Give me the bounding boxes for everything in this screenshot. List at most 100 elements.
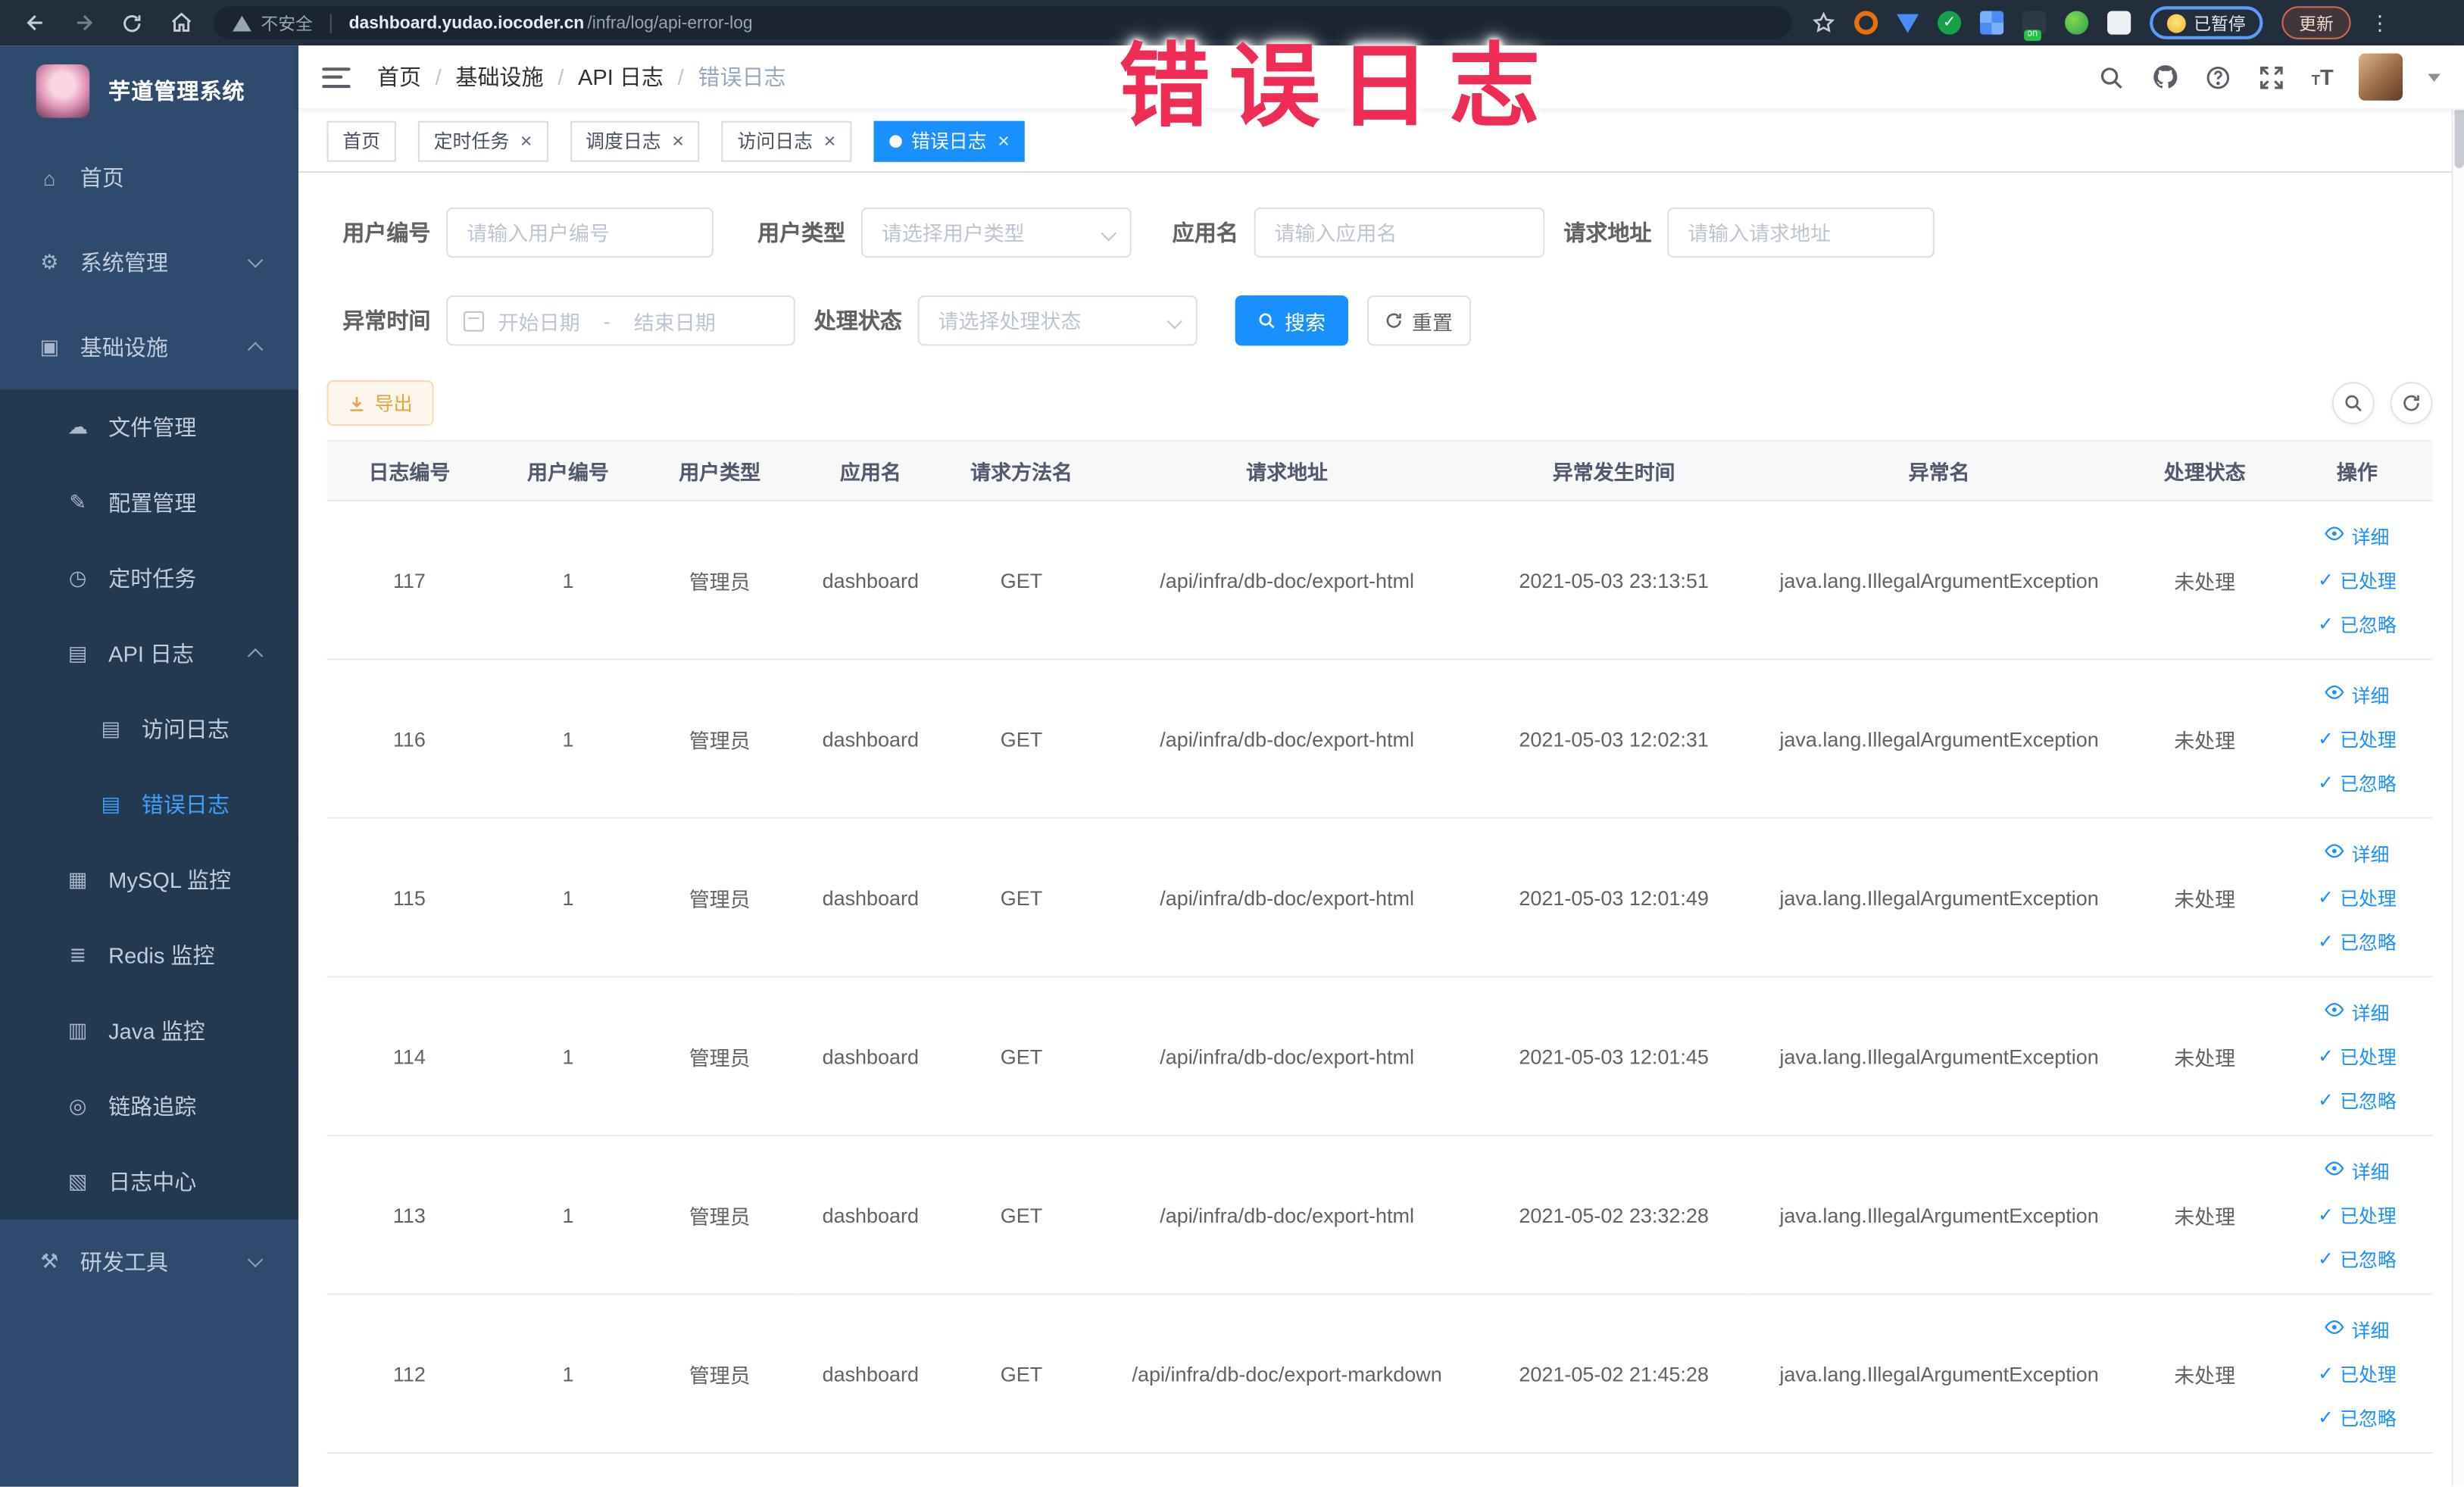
request-url-input[interactable] [1667, 207, 1935, 258]
cell-user-type: 管理员 [644, 1294, 795, 1454]
extension-check-icon[interactable]: ✓ [1938, 11, 1962, 35]
cell-app-name: dashboard [795, 1294, 946, 1454]
export-button[interactable]: 导出 [326, 380, 434, 426]
check-icon: ✓ [2317, 1362, 2334, 1385]
page-scrollbar[interactable] [2451, 45, 2464, 1487]
help-icon[interactable] [2205, 63, 2233, 91]
sidebar-item-cron[interactable]: ◷ 定时任务 [0, 540, 299, 617]
search-icon[interactable] [2097, 63, 2125, 91]
user-avatar[interactable] [2359, 53, 2403, 101]
back-icon[interactable] [22, 10, 47, 35]
action-ignored-link[interactable]: ✓ 已忽略 [2288, 1395, 2427, 1439]
date-separator: - [603, 308, 611, 333]
sidebar-item-access-log[interactable]: ▤ 访问日志 [0, 691, 299, 767]
table-header-row: 日志编号 用户编号 用户类型 应用名 请求方法名 请求地址 异常发生时间 异常名 处理状态 操作 [326, 439, 2433, 501]
action-detail-link[interactable]: 详细 [2288, 673, 2427, 717]
action-processed-link[interactable]: ✓ 已处理 [2288, 717, 2427, 761]
tab-home[interactable]: 首页 [326, 120, 396, 161]
filter-row-1: 用户编号 用户类型 应用名 请求地址 [327, 207, 2464, 258]
user-id-input[interactable] [446, 207, 714, 258]
logo-row[interactable]: 芋道管理系统 [0, 45, 298, 135]
search-button[interactable]: 搜索 [1235, 295, 1349, 346]
close-icon[interactable]: × [520, 130, 532, 151]
close-icon[interactable]: × [672, 130, 684, 151]
breadcrumb-item-0[interactable]: 首页 [377, 61, 421, 92]
toggle-search-button[interactable] [2331, 382, 2375, 425]
home-icon[interactable] [168, 10, 193, 35]
eye-icon [2325, 1158, 2345, 1183]
action-processed-link[interactable]: ✓ 已处理 [2288, 1351, 2427, 1395]
sidebar-item-dev-tools[interactable]: ⚒ 研发工具 [0, 1220, 298, 1304]
sidebar-item-redis-monitor[interactable]: ≣ Redis 监控 [0, 917, 299, 994]
action-ignored-link[interactable]: ✓ 已忽略 [2288, 761, 2427, 804]
doc-icon: ▤ [67, 641, 88, 665]
close-icon[interactable]: × [824, 130, 836, 151]
sidebar-item-log-center[interactable]: ▧ 日志中心 [0, 1144, 299, 1220]
start-date-placeholder: 开始日期 [498, 310, 580, 334]
cell-exception-name: java.lang.IllegalArgumentException [1750, 500, 2128, 661]
extension-icon[interactable] [1854, 11, 1878, 35]
chevron-down-icon [247, 1251, 264, 1268]
sidebar-item-file-mgmt[interactable]: ☁ 文件管理 [0, 389, 299, 466]
date-range-picker[interactable]: 开始日期 - 结束日期 [446, 295, 795, 346]
sidebar-item-home[interactable]: ⌂ 首页 [0, 135, 298, 220]
close-icon[interactable]: × [998, 130, 1010, 151]
sidebar-item-error-log[interactable]: ▤ 错误日志 [0, 767, 299, 842]
extension-leaf-icon[interactable] [2065, 11, 2089, 35]
paused-chip[interactable]: 已暂停 [2150, 6, 2263, 39]
font-size-icon[interactable]: TT [2312, 64, 2334, 89]
sidebar-item-java-monitor[interactable]: ▥ Java 监控 [0, 993, 299, 1069]
sidebar-item-system-mgmt[interactable]: ⚙ 系统管理 [0, 220, 298, 305]
forward-icon[interactable] [70, 10, 95, 35]
action-processed-link[interactable]: ✓ 已处理 [2288, 876, 2427, 920]
bookmark-star-icon[interactable] [1810, 10, 1835, 35]
refresh-button[interactable] [2390, 382, 2433, 425]
extensions-puzzle-icon[interactable] [2107, 11, 2131, 35]
action-detail-link[interactable]: 详细 [2288, 1149, 2427, 1193]
action-detail-link[interactable]: 详细 [2288, 1307, 2427, 1351]
breadcrumb-separator: / [435, 64, 442, 90]
reload-icon[interactable] [120, 10, 145, 35]
tab-cron[interactable]: 定时任务 × [417, 120, 548, 161]
action-detail-link[interactable]: 详细 [2288, 990, 2427, 1034]
breadcrumb-item-2[interactable]: API 日志 [578, 61, 664, 92]
cell-status: 未处理 [2128, 500, 2282, 661]
sidebar-item-infrastructure[interactable]: ▣ 基础设施 [0, 305, 298, 389]
extension-grid-icon[interactable] [1980, 11, 2004, 35]
eye-icon [2325, 682, 2345, 707]
user-type-select[interactable] [860, 207, 1132, 258]
extension-on-badge-icon[interactable] [2022, 11, 2047, 41]
action-processed-link[interactable]: ✓ 已处理 [2288, 1193, 2427, 1237]
breadcrumb-item-1[interactable]: 基础设施 [455, 61, 543, 92]
update-button[interactable]: 更新 [2281, 6, 2351, 39]
cell-actions: 详细 ✓ 已处理 ✓ 已忽略 [2281, 976, 2433, 1136]
address-separator [329, 13, 332, 33]
action-processed-link[interactable]: ✓ 已处理 [2288, 558, 2427, 601]
hamburger-icon[interactable] [322, 67, 351, 88]
extension-shield-icon[interactable] [1897, 13, 1919, 33]
action-processed-link[interactable]: ✓ 已处理 [2288, 1034, 2427, 1078]
action-ignored-link[interactable]: ✓ 已忽略 [2288, 1237, 2427, 1281]
security-label: 不安全 [261, 14, 313, 34]
github-icon[interactable] [2151, 63, 2179, 91]
sidebar-item-mysql-monitor[interactable]: ▦ MySQL 监控 [0, 842, 299, 918]
browser-menu-kebab-icon[interactable]: ⋮ [2370, 10, 2391, 35]
tab-access-log[interactable]: 访问日志 × [721, 120, 852, 161]
action-ignored-link[interactable]: ✓ 已忽略 [2288, 602, 2427, 646]
sidebar-item-trace[interactable]: ◎ 链路追踪 [0, 1068, 299, 1145]
filter-label: 应用名 [1172, 220, 1238, 245]
fullscreen-icon[interactable] [2258, 63, 2286, 91]
tab-error-log[interactable]: 错误日志 × [873, 120, 1026, 161]
action-detail-link[interactable]: 详细 [2288, 514, 2427, 558]
action-detail-link[interactable]: 详细 [2288, 831, 2427, 875]
action-ignored-link[interactable]: ✓ 已忽略 [2288, 920, 2427, 964]
app-name-input[interactable] [1254, 207, 1545, 258]
sidebar-item-config-mgmt[interactable]: ✎ 配置管理 [0, 465, 299, 541]
sidebar-item-api-log[interactable]: ▤ API 日志 [0, 616, 299, 692]
avatar-caret-icon[interactable] [2428, 73, 2441, 89]
reset-button[interactable]: 重置 [1366, 295, 1471, 346]
action-ignored-link[interactable]: ✓ 已忽略 [2288, 1078, 2427, 1122]
tab-schedule-log[interactable]: 调度日志 × [570, 120, 700, 161]
emoji-face-icon [2166, 13, 2186, 33]
status-select[interactable] [917, 295, 1198, 346]
